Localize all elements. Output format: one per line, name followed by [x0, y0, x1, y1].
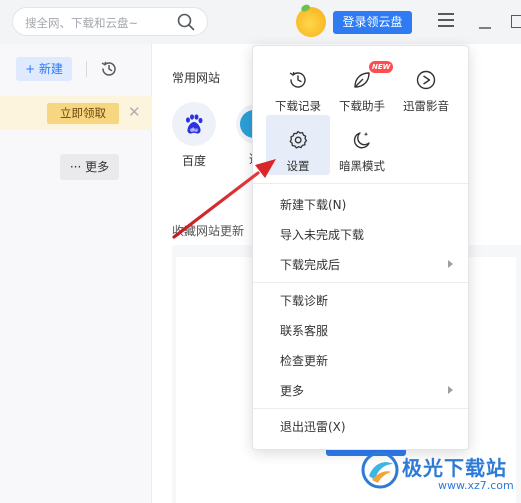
divider [253, 282, 468, 283]
menu-settings[interactable]: 设置 [266, 115, 330, 175]
menu-download-assistant[interactable]: NEW 下载助手 [330, 55, 394, 115]
menu-more[interactable]: 更多 [253, 375, 468, 405]
menu-label: 导入未完成下载 [280, 228, 365, 242]
menu-label: 下载助手 [339, 99, 385, 113]
menu-diagnose[interactable]: 下载诊断 [253, 285, 468, 315]
search-icon[interactable] [177, 13, 195, 31]
title-bar: 搜全网、下载和云盘~ 登录领云盘 [0, 0, 521, 44]
close-icon[interactable]: ✕ [128, 104, 141, 120]
watermark-brand: 极光下载站 [402, 456, 507, 480]
more-button[interactable]: ··· 更多 [60, 154, 119, 180]
menu-label: 退出迅雷(X) [280, 420, 346, 434]
submenu-arrow-icon [448, 386, 453, 394]
new-badge: NEW [369, 61, 394, 73]
watermark-logo-icon [361, 451, 399, 489]
menu-new-download[interactable]: 新建下载(N) [253, 189, 468, 219]
minimize-icon[interactable] [478, 15, 492, 29]
menu-label: 更多 [280, 384, 305, 398]
divider [86, 61, 87, 77]
submenu-arrow-icon [448, 260, 453, 268]
menu-label: 暗黑模式 [339, 159, 385, 173]
menu-label: 联系客服 [280, 324, 329, 338]
divider [253, 183, 468, 184]
menu-download-history[interactable]: 下载记录 [266, 55, 330, 115]
watermark: 极光下载站 www.xz7.com [360, 448, 520, 498]
menu-check-update[interactable]: 检查更新 [253, 345, 468, 375]
site-label: 百度 [181, 154, 206, 168]
menu-xunlei-player[interactable]: 迅雷影音 [394, 55, 458, 115]
menu-label: 新建下载(N) [280, 198, 347, 212]
search-box[interactable]: 搜全网、下载和云盘~ [12, 7, 208, 36]
avatar[interactable] [296, 7, 326, 37]
menu-label: 下载诊断 [280, 294, 329, 308]
menu-contact-support[interactable]: 联系客服 [253, 315, 468, 345]
watermark-url: www.xz7.com [438, 479, 514, 492]
main-menu-dropdown: 下载记录 NEW 下载助手 迅雷影音 设置 暗黑模式 新建下载(N) 导入未完成… [252, 45, 469, 450]
menu-label: 下载完成后 [280, 258, 341, 272]
sidebar: + 新建 立即领取 ✕ ··· 更多 [0, 44, 152, 503]
common-sites-title: 常用网站 [172, 71, 221, 85]
baidu-icon: du [186, 114, 203, 134]
gear-icon [289, 130, 308, 149]
menu-import-unfinished[interactable]: 导入未完成下载 [253, 219, 468, 249]
menu-dark-mode[interactable]: 暗黑模式 [330, 115, 394, 175]
maximize-icon[interactable] [511, 15, 521, 28]
favorites-title: 收藏网站更新（ [172, 224, 257, 238]
history-icon [289, 71, 306, 88]
play-circle-icon [416, 70, 436, 90]
svg-text:du: du [190, 128, 198, 134]
claim-now-button[interactable]: 立即领取 [47, 103, 119, 124]
menu-label: 检查更新 [280, 354, 329, 368]
site-tile-baidu[interactable]: du 百度 [172, 102, 218, 172]
menu-label: 下载记录 [275, 99, 321, 113]
menu-label: 设置 [286, 159, 310, 173]
history-icon[interactable] [100, 60, 118, 78]
menu-label: 迅雷影音 [403, 99, 449, 113]
menu-exit[interactable]: 退出迅雷(X) [253, 411, 468, 441]
search-input[interactable]: 搜全网、下载和云盘~ [25, 15, 138, 31]
promo-banner: 立即领取 ✕ [0, 96, 152, 130]
divider [253, 408, 468, 409]
moon-icon [353, 132, 370, 149]
menu-after-download[interactable]: 下载完成后 [253, 249, 468, 279]
download-assistant-icon [354, 72, 370, 88]
new-task-button[interactable]: + 新建 [16, 57, 72, 81]
site-icon-background: du [172, 102, 216, 146]
login-button[interactable]: 登录领云盘 [333, 11, 412, 34]
hamburger-menu-icon[interactable] [438, 13, 456, 29]
